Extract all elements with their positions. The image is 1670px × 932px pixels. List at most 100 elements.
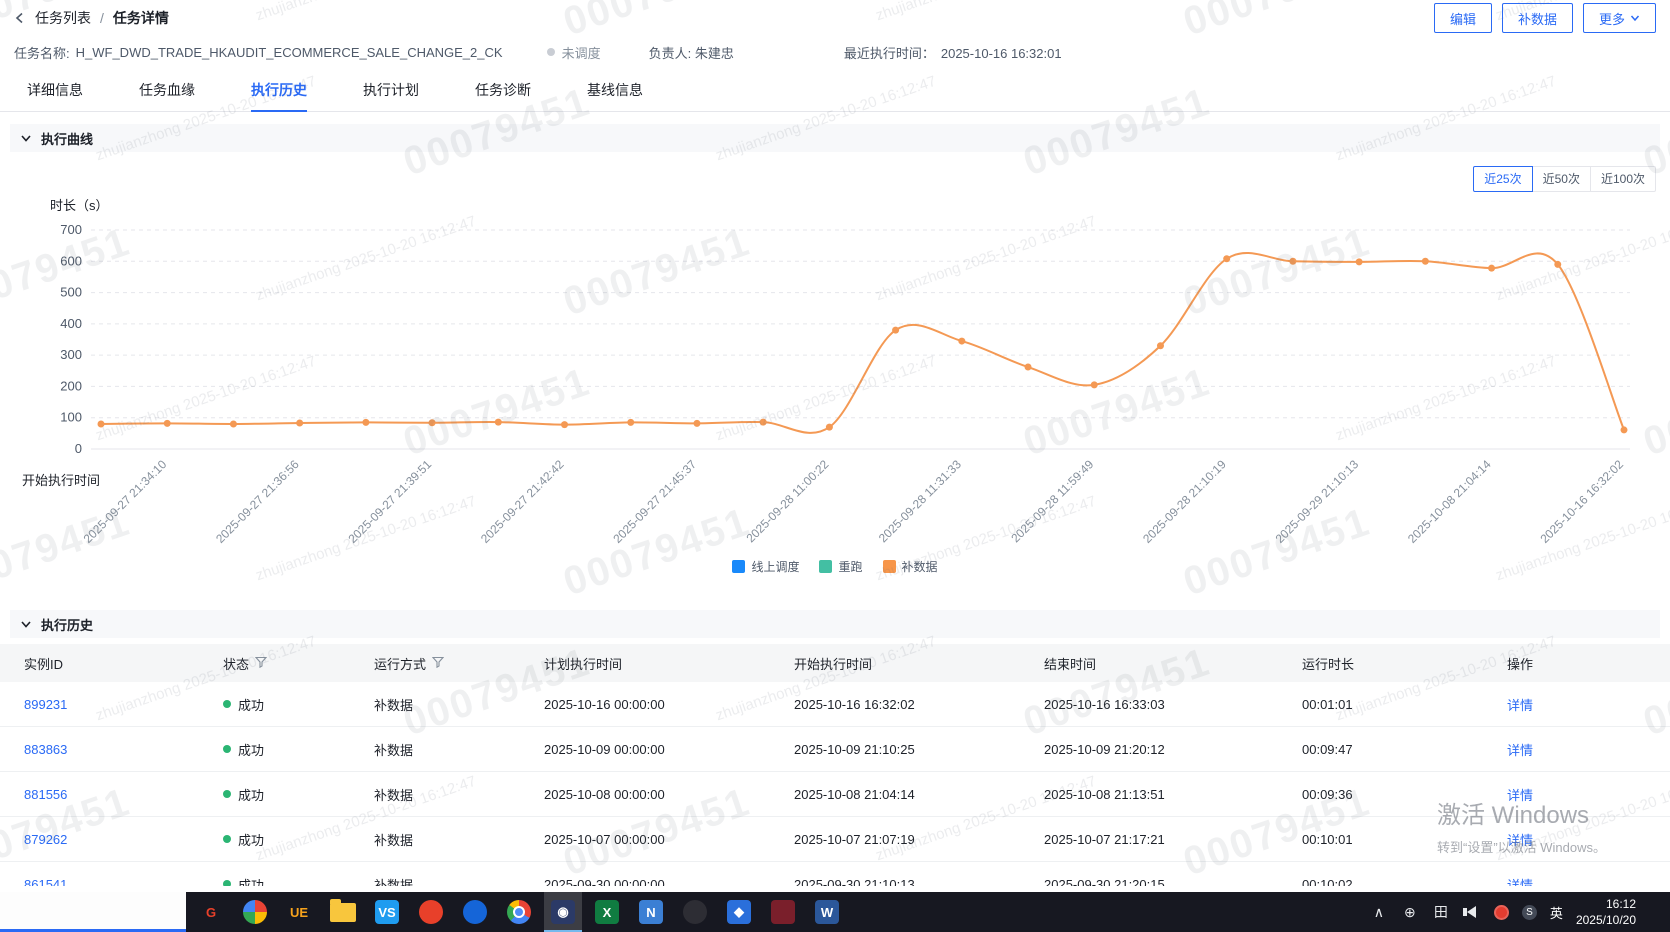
ultraedit-icon[interactable]: UE xyxy=(280,892,318,932)
filter-funnel-icon[interactable] xyxy=(254,656,268,671)
cell-status: 成功 xyxy=(223,875,374,886)
detail-link[interactable]: 详情 xyxy=(1507,698,1533,713)
file-explorer-icon[interactable] xyxy=(324,892,362,932)
cell-instance-id: 881556 xyxy=(24,787,223,802)
blue-diamond-app-icon[interactable]: ◆ xyxy=(720,892,758,932)
legend-swatch-icon xyxy=(732,560,746,573)
ime-tray-icon[interactable]: S xyxy=(1521,904,1537,920)
svg-text:2025-09-28 11:59:49: 2025-09-28 11:59:49 xyxy=(1008,457,1096,545)
cell-action: 详情 xyxy=(1507,875,1646,887)
success-dot-icon xyxy=(223,700,231,708)
edit-button[interactable]: 编辑 xyxy=(1433,3,1492,33)
instance-id-link[interactable]: 861541 xyxy=(24,877,67,887)
filter-funnel-icon[interactable] xyxy=(431,656,445,671)
cell-instance-id: 883863 xyxy=(24,742,223,757)
task-status: 未调度 xyxy=(561,45,601,61)
cell-duration: 00:10:02 xyxy=(1302,876,1353,887)
excel-icon[interactable]: X xyxy=(588,892,626,932)
cell-end-time: 2025-10-07 21:17:21 xyxy=(1044,831,1165,847)
cell-run-type: 补数据 xyxy=(374,742,414,758)
legend-item-0[interactable]: 线上调度 xyxy=(732,558,799,575)
blue-doc-app-icon[interactable]: N xyxy=(632,892,670,932)
touch-keyboard-icon[interactable]: 田 xyxy=(1432,902,1450,922)
cell-end-time: 2025-10-08 21:13:51 xyxy=(1044,786,1165,802)
cell-start-time: 2025-10-08 21:04:14 xyxy=(794,786,915,802)
task-name: H_WF_DWD_TRADE_HKAUDIT_ECOMMERCE_SALE_CH… xyxy=(75,44,503,60)
system-tray: ∧ ⊕ 田 S 英 16:12 2025/10/20 xyxy=(1370,892,1670,932)
detail-link[interactable]: 详情 xyxy=(1507,788,1533,803)
instance-id-link[interactable]: 879262 xyxy=(24,832,67,847)
breadcrumb-task-list[interactable]: 任务列表 xyxy=(35,8,91,28)
tab-5[interactable]: 基线信息 xyxy=(587,68,643,112)
cell-end-time: 2025-10-16 16:33:03 xyxy=(1044,696,1165,712)
instance-id-link[interactable]: 883863 xyxy=(24,742,67,757)
taskbar-clock[interactable]: 16:12 2025/10/20 xyxy=(1576,896,1636,928)
network-icon[interactable]: ⊕ xyxy=(1401,904,1419,921)
range-button-group: 近25次 近50次 近100次 xyxy=(1473,166,1656,192)
cell-end-time: 2025-10-09 21:20:12 xyxy=(1044,741,1165,757)
range-button-0[interactable]: 近25次 xyxy=(1473,166,1533,192)
red-circle-app-icon[interactable] xyxy=(412,892,450,932)
cell-end-time: 2025-09-30 21:20:15 xyxy=(1044,876,1165,887)
backfill-button[interactable]: 补数据 xyxy=(1501,3,1573,33)
pinwheel-icon[interactable] xyxy=(236,892,274,932)
svg-text:300: 300 xyxy=(60,347,82,362)
tray-red-app-icon[interactable] xyxy=(1493,904,1509,920)
range-button-2[interactable]: 近100次 xyxy=(1589,166,1656,192)
table-row-2: 881556 成功 补数据 2025-10-08 00:00:00 2025-10-08… xyxy=(0,772,1670,817)
status-text: 成功 xyxy=(238,832,265,848)
table-row-0: 899231 成功 补数据 2025-10-16 00:00:00 2025-10-16… xyxy=(0,682,1670,727)
cell-duration: 00:01:01 xyxy=(1302,696,1353,712)
column-label: 操作 xyxy=(1507,656,1534,672)
active-capture-app-icon[interactable]: ◉ xyxy=(544,892,582,932)
detail-link[interactable]: 详情 xyxy=(1507,878,1533,887)
tab-0[interactable]: 详细信息 xyxy=(27,68,83,112)
svg-text:700: 700 xyxy=(60,222,82,237)
cell-status: 成功 xyxy=(223,740,374,759)
task-detail-window: 任务列表 / 任务详情 编辑 补数据 更多 任务名称: H_WF_DWD_TRA… xyxy=(0,0,1670,892)
task-info-bar: 任务名称: H_WF_DWD_TRADE_HKAUDIT_ECOMMERCE_S… xyxy=(0,36,1670,68)
clock-date: 2025/10/20 xyxy=(1575,913,1636,927)
cell-planned-time: 2025-09-30 00:00:00 xyxy=(544,876,665,887)
red-circle-app-icon-glyph xyxy=(419,900,443,924)
word-icon[interactable]: W xyxy=(808,892,846,932)
legend-item-2[interactable]: 补数据 xyxy=(882,558,938,575)
breadcrumb: 任务列表 / 任务详情 xyxy=(14,8,169,28)
more-button[interactable]: 更多 xyxy=(1582,3,1656,33)
success-dot-icon xyxy=(223,880,231,886)
tab-3[interactable]: 执行计划 xyxy=(363,68,419,112)
detail-link[interactable]: 详情 xyxy=(1507,743,1533,758)
task-name-label: 任务名称: xyxy=(14,45,70,61)
tab-2[interactable]: 执行历史 xyxy=(251,68,307,112)
legend-swatch-icon xyxy=(882,560,896,573)
cell-run-type: 补数据 xyxy=(374,787,414,803)
chevron-up-icon[interactable]: ∧ xyxy=(1370,904,1388,921)
legend-item-1[interactable]: 重跑 xyxy=(819,558,863,575)
tab-1[interactable]: 任务血缘 xyxy=(139,68,195,112)
instance-id-link[interactable]: 881556 xyxy=(24,787,67,802)
range-button-1[interactable]: 近50次 xyxy=(1531,166,1591,192)
history-section-header[interactable]: 执行历史 xyxy=(10,610,1660,638)
goldwave-icon[interactable]: G xyxy=(192,892,230,932)
instance-id-link[interactable]: 899231 xyxy=(24,697,67,712)
taskbar-search-box[interactable] xyxy=(0,892,186,932)
legend-label: 重跑 xyxy=(838,560,863,574)
detail-link[interactable]: 详情 xyxy=(1507,833,1533,848)
cell-planned-time: 2025-10-09 00:00:00 xyxy=(544,741,665,757)
chevron-down-icon xyxy=(20,618,32,630)
maroon-app-icon[interactable] xyxy=(764,892,802,932)
volume-icon[interactable] xyxy=(1463,906,1481,918)
dark-circle-app-icon[interactable] xyxy=(676,892,714,932)
chevron-left-icon[interactable] xyxy=(14,12,26,24)
line-chart[interactable]: 0100200300400500600700时长（s）开始执行时间2025-09… xyxy=(10,198,1656,554)
chrome-icon[interactable] xyxy=(500,892,538,932)
vscode-icon-glyph: VS xyxy=(375,900,399,924)
input-language-indicator[interactable]: 英 xyxy=(1550,903,1563,922)
curve-section-header[interactable]: 执行曲线 xyxy=(10,124,1660,152)
tab-4[interactable]: 任务诊断 xyxy=(475,68,531,112)
cell-run-type: 补数据 xyxy=(374,877,414,887)
blue-sphere-app-icon[interactable] xyxy=(456,892,494,932)
success-dot-icon xyxy=(223,790,231,798)
cell-instance-id: 861541 xyxy=(24,877,223,887)
vscode-icon[interactable]: VS xyxy=(368,892,406,932)
